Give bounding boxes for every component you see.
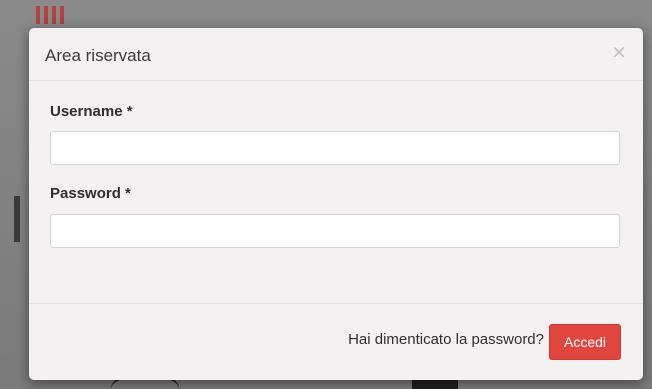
username-input[interactable] (50, 131, 620, 165)
background-element (14, 196, 20, 242)
modal-title: Area riservata (45, 46, 151, 65)
password-input[interactable] (50, 214, 620, 248)
login-button[interactable]: Accedi (549, 324, 621, 360)
modal-footer: Hai dimenticato la password? Accedi (29, 303, 643, 380)
close-icon[interactable]: × (611, 43, 627, 62)
username-label: Username * (50, 103, 133, 120)
forgot-password-link[interactable]: Hai dimenticato la password? (348, 331, 544, 348)
modal-header: Area riservata × (29, 28, 643, 81)
background-logo-fragment (36, 6, 66, 24)
password-label: Password * (50, 185, 131, 202)
login-modal: Area riservata × Username * Password * H… (29, 28, 643, 380)
